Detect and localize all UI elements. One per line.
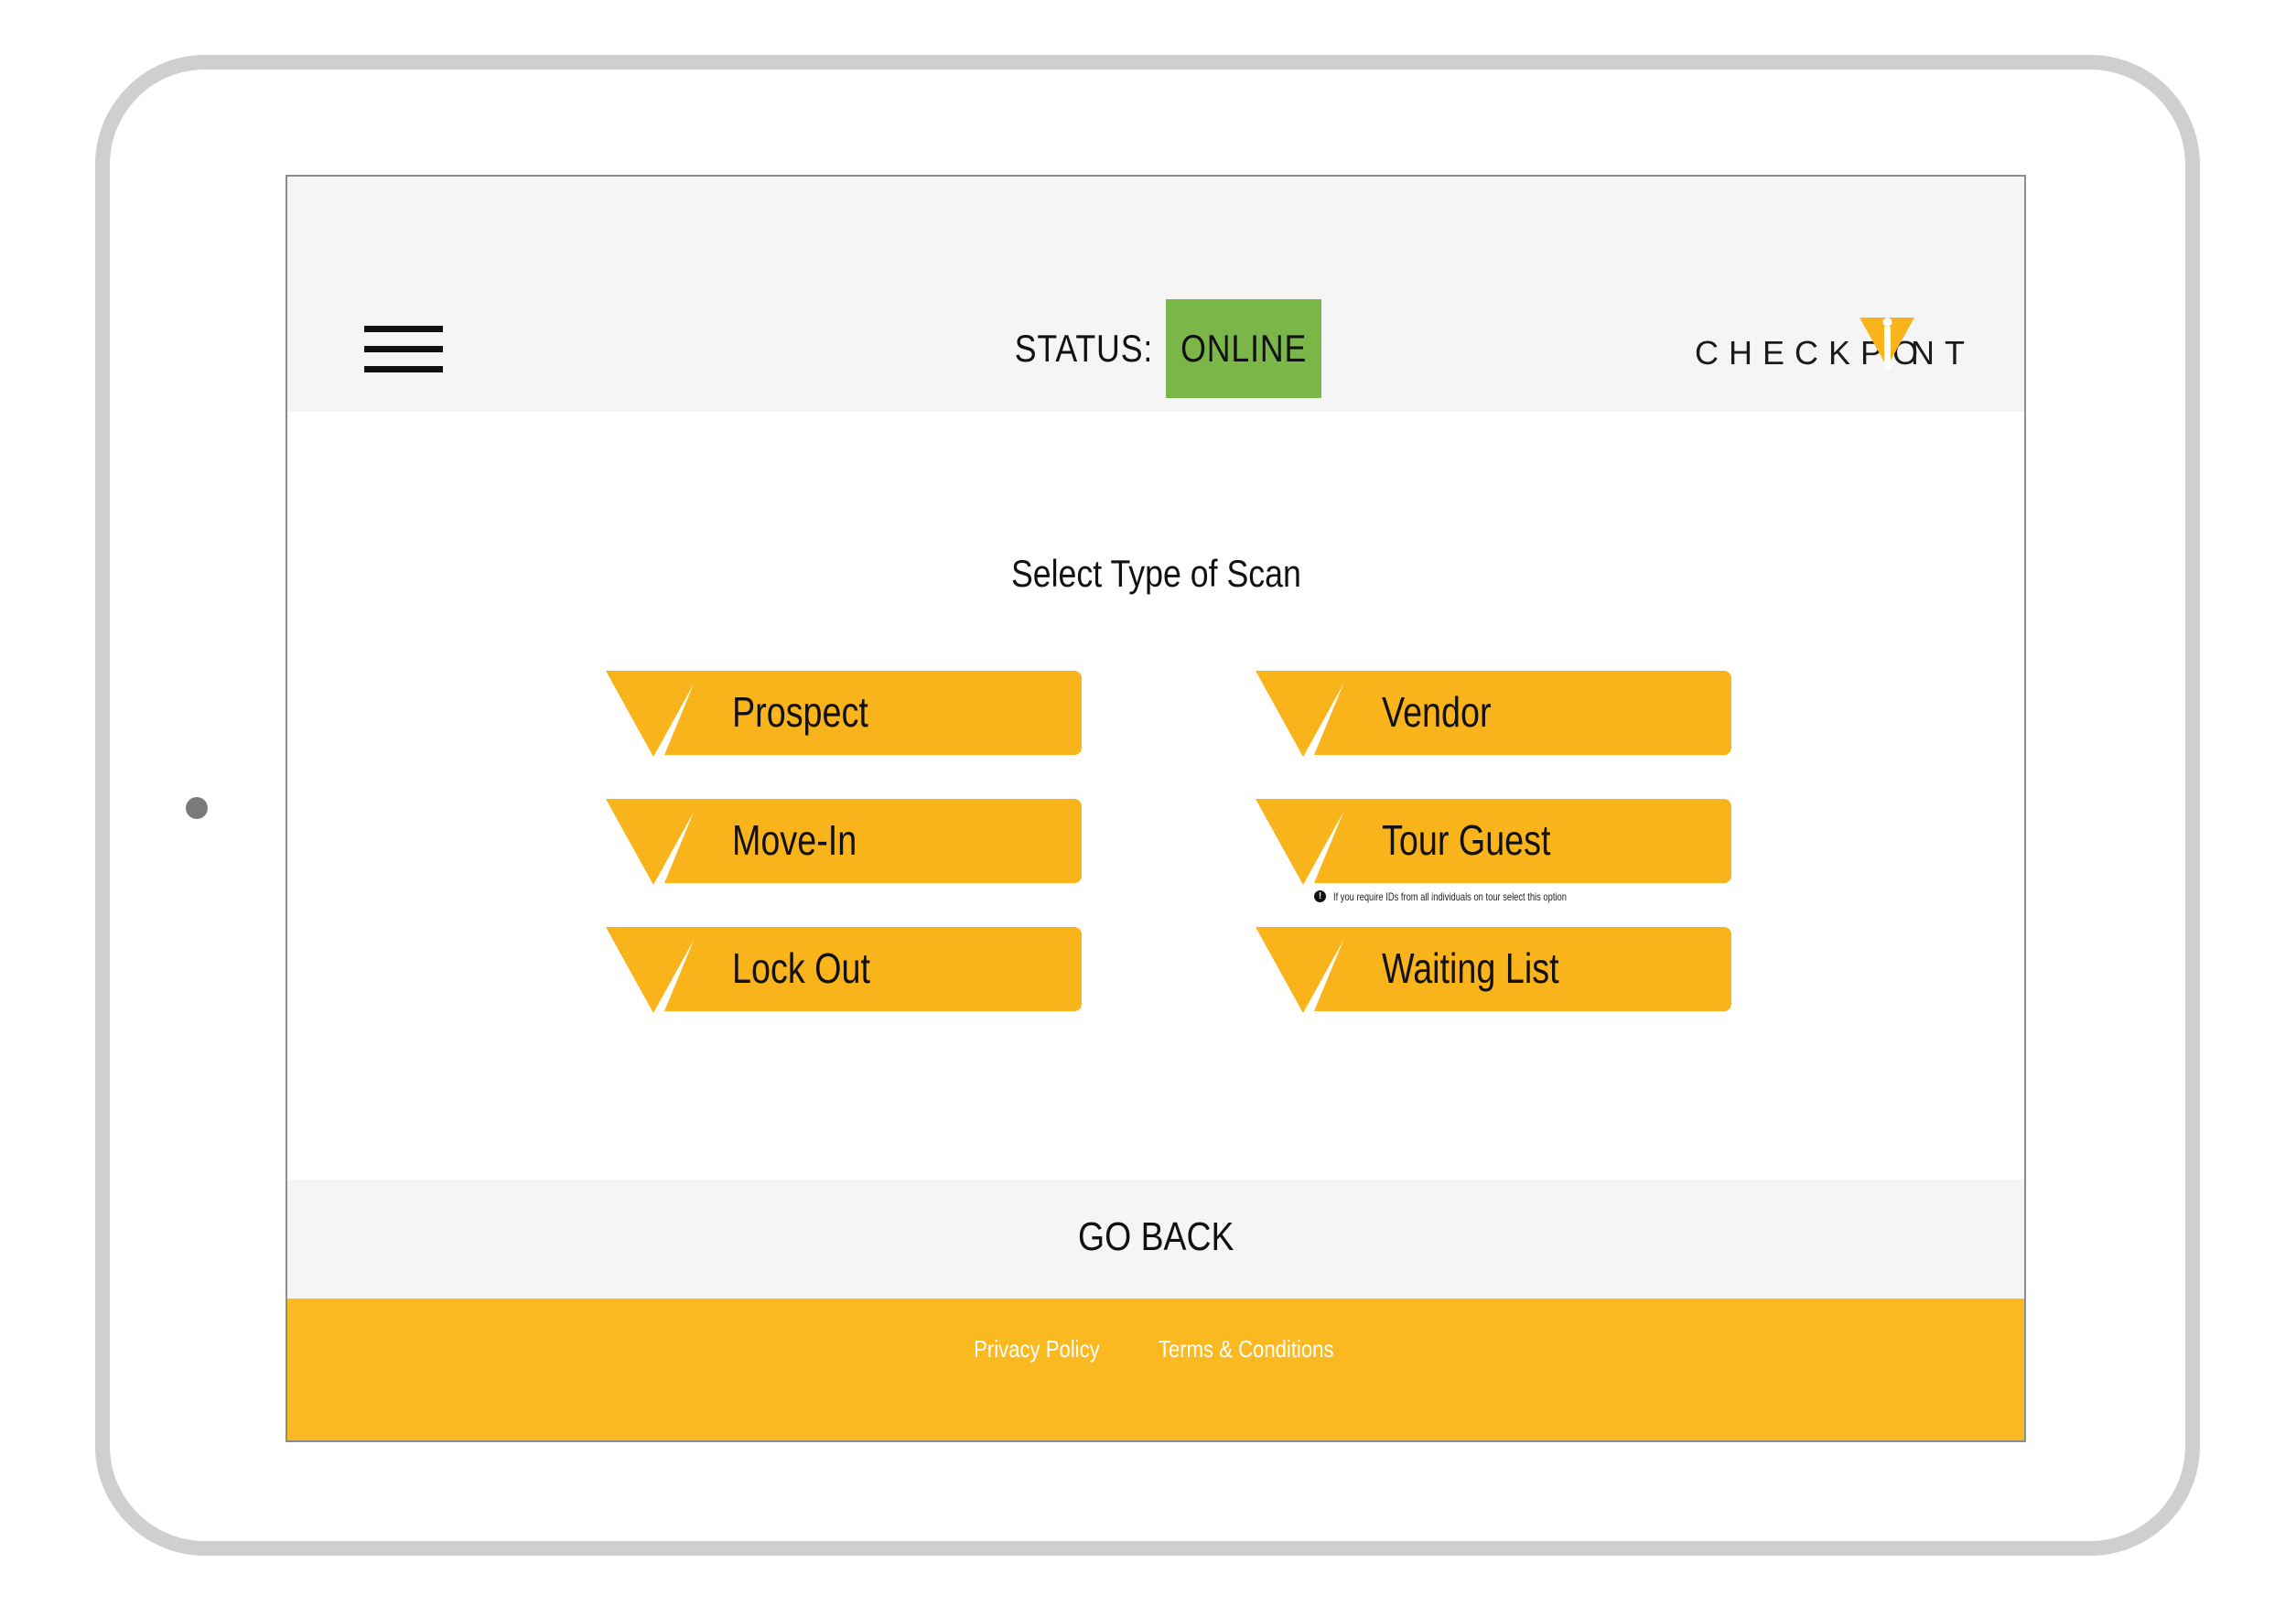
button-bar — [664, 799, 1082, 883]
button-label: Lock Out — [732, 944, 870, 992]
button-bar — [664, 671, 1082, 755]
page-title-text: Select Type of Scan — [1010, 552, 1301, 595]
tablet-camera-dot — [186, 797, 208, 819]
lock-out-scan-button[interactable]: Lock Out — [606, 927, 1082, 1015]
checkpoint-logo: CHECKPO NT — [1695, 314, 1997, 387]
status-badge: ONLINE — [1165, 299, 1322, 398]
status-value: ONLINE — [1180, 327, 1308, 370]
button-label: Move-In — [732, 816, 857, 864]
go-back-button[interactable]: GO BACK — [287, 1214, 2024, 1260]
terms-conditions-link[interactable]: Terms & Conditions — [1159, 1335, 1334, 1364]
app-screen: STATUS: ONLINE CHECKPO NT Select Type of … — [286, 175, 2026, 1442]
button-bar — [664, 927, 1082, 1011]
go-back-label: GO BACK — [1077, 1214, 1234, 1259]
button-label: Prospect — [732, 688, 868, 736]
button-bar — [1314, 671, 1731, 755]
vendor-scan-button[interactable]: Vendor — [1256, 671, 1731, 759]
tour-guest-hint: ! If you require IDs from all individuals… — [1314, 889, 1633, 903]
checkpoint-i-triangle-icon — [1859, 318, 1914, 369]
tour-guest-hint-text: If you require IDs from all individuals … — [1333, 889, 1567, 903]
go-back-bar: GO BACK — [287, 1180, 2024, 1299]
tour-guest-scan-button[interactable]: Tour Guest — [1256, 799, 1731, 887]
button-label: Tour Guest — [1382, 816, 1551, 864]
info-icon: ! — [1314, 890, 1326, 903]
privacy-policy-link[interactable]: Privacy Policy — [974, 1335, 1100, 1364]
footer-links: Privacy Policy Terms & Conditions — [287, 1335, 2024, 1364]
button-label: Waiting List — [1382, 944, 1559, 992]
page-title: Select Type of Scan — [287, 552, 2024, 596]
status-label: STATUS: — [1014, 327, 1153, 370]
prospect-scan-button[interactable]: Prospect — [606, 671, 1082, 759]
move-in-scan-button[interactable]: Move-In — [606, 799, 1082, 887]
waiting-list-scan-button[interactable]: Waiting List — [1256, 927, 1731, 1015]
footer: Privacy Policy Terms & Conditions — [287, 1299, 2024, 1440]
button-label: Vendor — [1382, 688, 1492, 736]
logo-text-right: NT — [1911, 334, 1975, 372]
header-bar: STATUS: ONLINE CHECKPO NT — [287, 177, 2024, 412]
